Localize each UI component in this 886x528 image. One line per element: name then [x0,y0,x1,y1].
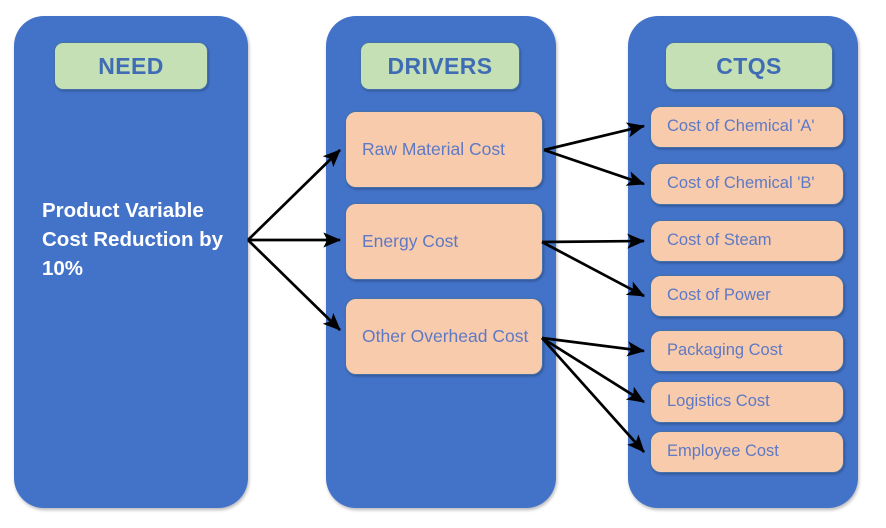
need-statement: Product Variable Cost Reduction by 10% [42,199,224,281]
ctq-node[interactable]: Cost of Power [650,275,844,317]
ctq-node[interactable]: Logistics Cost [650,381,844,423]
driver-node[interactable]: Other Overhead Cost [345,298,543,375]
driver-label: Energy Cost [362,231,459,252]
driver-label: Raw Material Cost [362,139,505,160]
ctq-node[interactable]: Packaging Cost [650,330,844,372]
ctqs-header-label: CTQS [716,52,782,79]
ctq-label: Cost of Power [667,286,771,305]
need-header-label: NEED [98,52,164,79]
drivers-header-label: DRIVERS [387,52,493,79]
ctq-node[interactable]: Cost of Steam [650,220,844,262]
driver-label: Other Overhead Cost [362,326,529,347]
ctq-label: Packaging Cost [667,341,783,360]
diagram-canvas: NEED Product Variable Cost Reduction by … [0,0,886,528]
driver-node[interactable]: Raw Material Cost [345,111,543,188]
ctqs-header: CTQS [665,42,833,90]
need-header: NEED [54,42,208,90]
ctq-label: Cost of Chemical 'A' [667,117,815,136]
ctq-node[interactable]: Employee Cost [650,431,844,473]
ctq-node[interactable]: Cost of Chemical 'A' [650,106,844,148]
ctq-node[interactable]: Cost of Chemical 'B' [650,163,844,205]
ctq-label: Cost of Steam [667,231,772,250]
drivers-header: DRIVERS [360,42,520,90]
ctq-label: Cost of Chemical 'B' [667,174,815,193]
ctq-label: Employee Cost [667,442,779,461]
ctq-label: Logistics Cost [667,392,770,411]
driver-node[interactable]: Energy Cost [345,203,543,280]
